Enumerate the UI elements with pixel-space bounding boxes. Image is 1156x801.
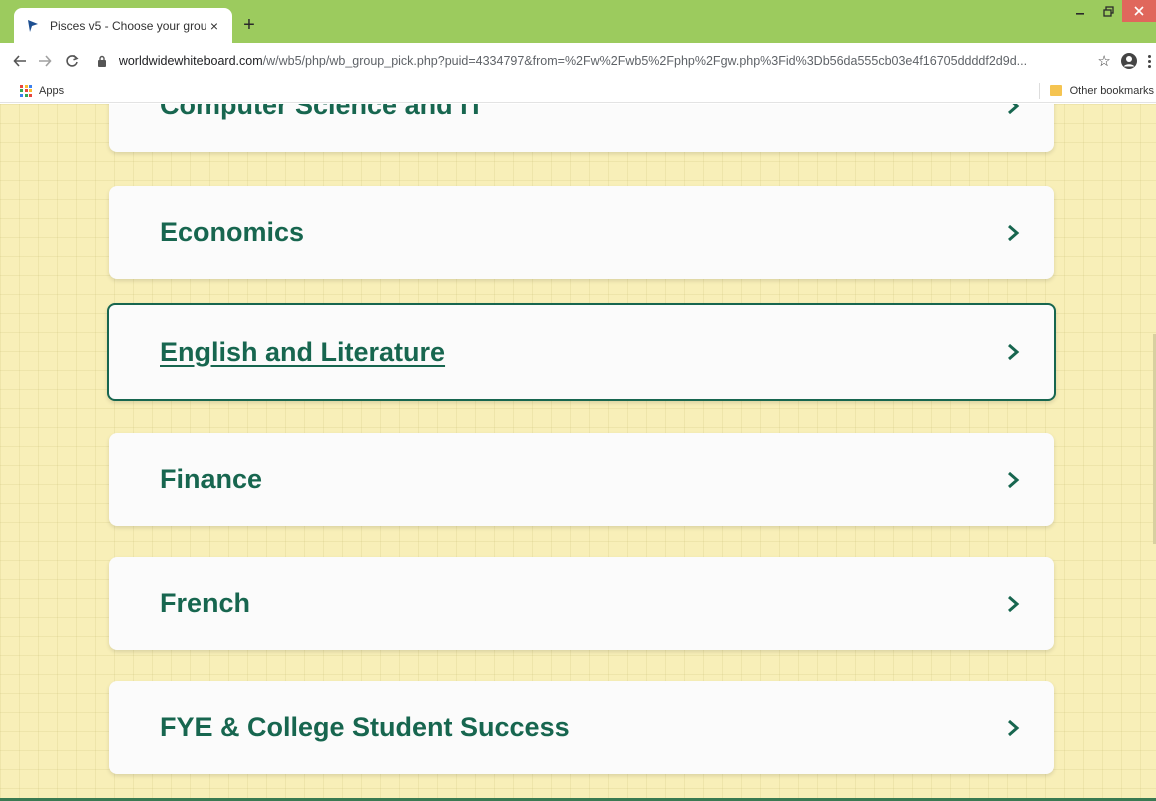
group-card-label: Economics [160, 217, 305, 247]
browser-tab[interactable]: Pisces v5 - Choose your group × [14, 8, 232, 43]
bookmark-star-icon[interactable]: ☆ [1092, 52, 1116, 70]
chevron-right-icon [1006, 343, 1020, 361]
tab-close-icon[interactable]: × [206, 18, 222, 34]
group-card-finance[interactable]: Finance [109, 433, 1054, 526]
url-text[interactable]: worldwidewhiteboard.com/w/wb5/php/wb_gro… [119, 54, 1088, 68]
folder-icon [1049, 85, 1062, 96]
other-bookmarks[interactable]: Other bookmarks [1038, 82, 1154, 99]
chevron-right-icon [1006, 224, 1020, 242]
chevron-right-icon [1006, 104, 1020, 115]
group-card-english-literature[interactable]: English and Literature [107, 303, 1056, 401]
forward-arrow-icon[interactable] [34, 47, 56, 75]
chevron-right-icon [1006, 595, 1020, 613]
profile-avatar-icon[interactable] [1116, 47, 1142, 75]
menu-kebab-icon[interactable] [1142, 54, 1156, 68]
browser-toolbar: worldwidewhiteboard.com/w/wb5/php/wb_gro… [0, 43, 1156, 79]
chevron-right-icon [1006, 719, 1020, 737]
back-arrow-icon[interactable] [9, 47, 31, 75]
other-bookmarks-label: Other bookmarks [1069, 84, 1154, 97]
group-card-french[interactable]: French [109, 557, 1054, 650]
address-bar[interactable]: worldwidewhiteboard.com/w/wb5/php/wb_gro… [91, 47, 1088, 75]
new-tab-button[interactable]: + [236, 12, 262, 38]
apps-grid-icon [20, 84, 32, 97]
restore-icon[interactable] [1094, 0, 1122, 22]
window-controls [1066, 0, 1156, 26]
close-window-icon[interactable] [1122, 0, 1156, 22]
reload-icon[interactable] [61, 47, 83, 75]
pisces-favicon-icon [26, 18, 42, 34]
group-card-label: English and Literature [160, 336, 446, 367]
group-card-computer-science[interactable]: Computer Science and IT [109, 104, 1054, 152]
minimize-icon[interactable] [1066, 0, 1094, 22]
group-card-label: FYE & College Student Success [160, 712, 570, 742]
tab-title: Pisces v5 - Choose your group [50, 18, 206, 33]
lock-icon [97, 54, 111, 68]
bookmarks-bar: Apps Other bookmarks [0, 79, 1156, 103]
group-card-label: French [160, 588, 251, 618]
group-card-label: Computer Science and IT [160, 104, 485, 120]
chevron-right-icon [1006, 471, 1020, 489]
group-card-fye-student-success[interactable]: FYE & College Student Success [109, 681, 1054, 774]
browser-title-bar: Pisces v5 - Choose your group × + [0, 0, 1156, 43]
bookmarks-divider [1038, 82, 1040, 99]
group-card-economics[interactable]: Economics [109, 186, 1054, 279]
page-viewport[interactable]: Computer Science and IT Economics Englis… [0, 104, 1156, 801]
apps-label: Apps [39, 84, 65, 97]
apps-shortcut[interactable]: Apps [20, 84, 65, 97]
group-card-label: Finance [160, 464, 263, 494]
